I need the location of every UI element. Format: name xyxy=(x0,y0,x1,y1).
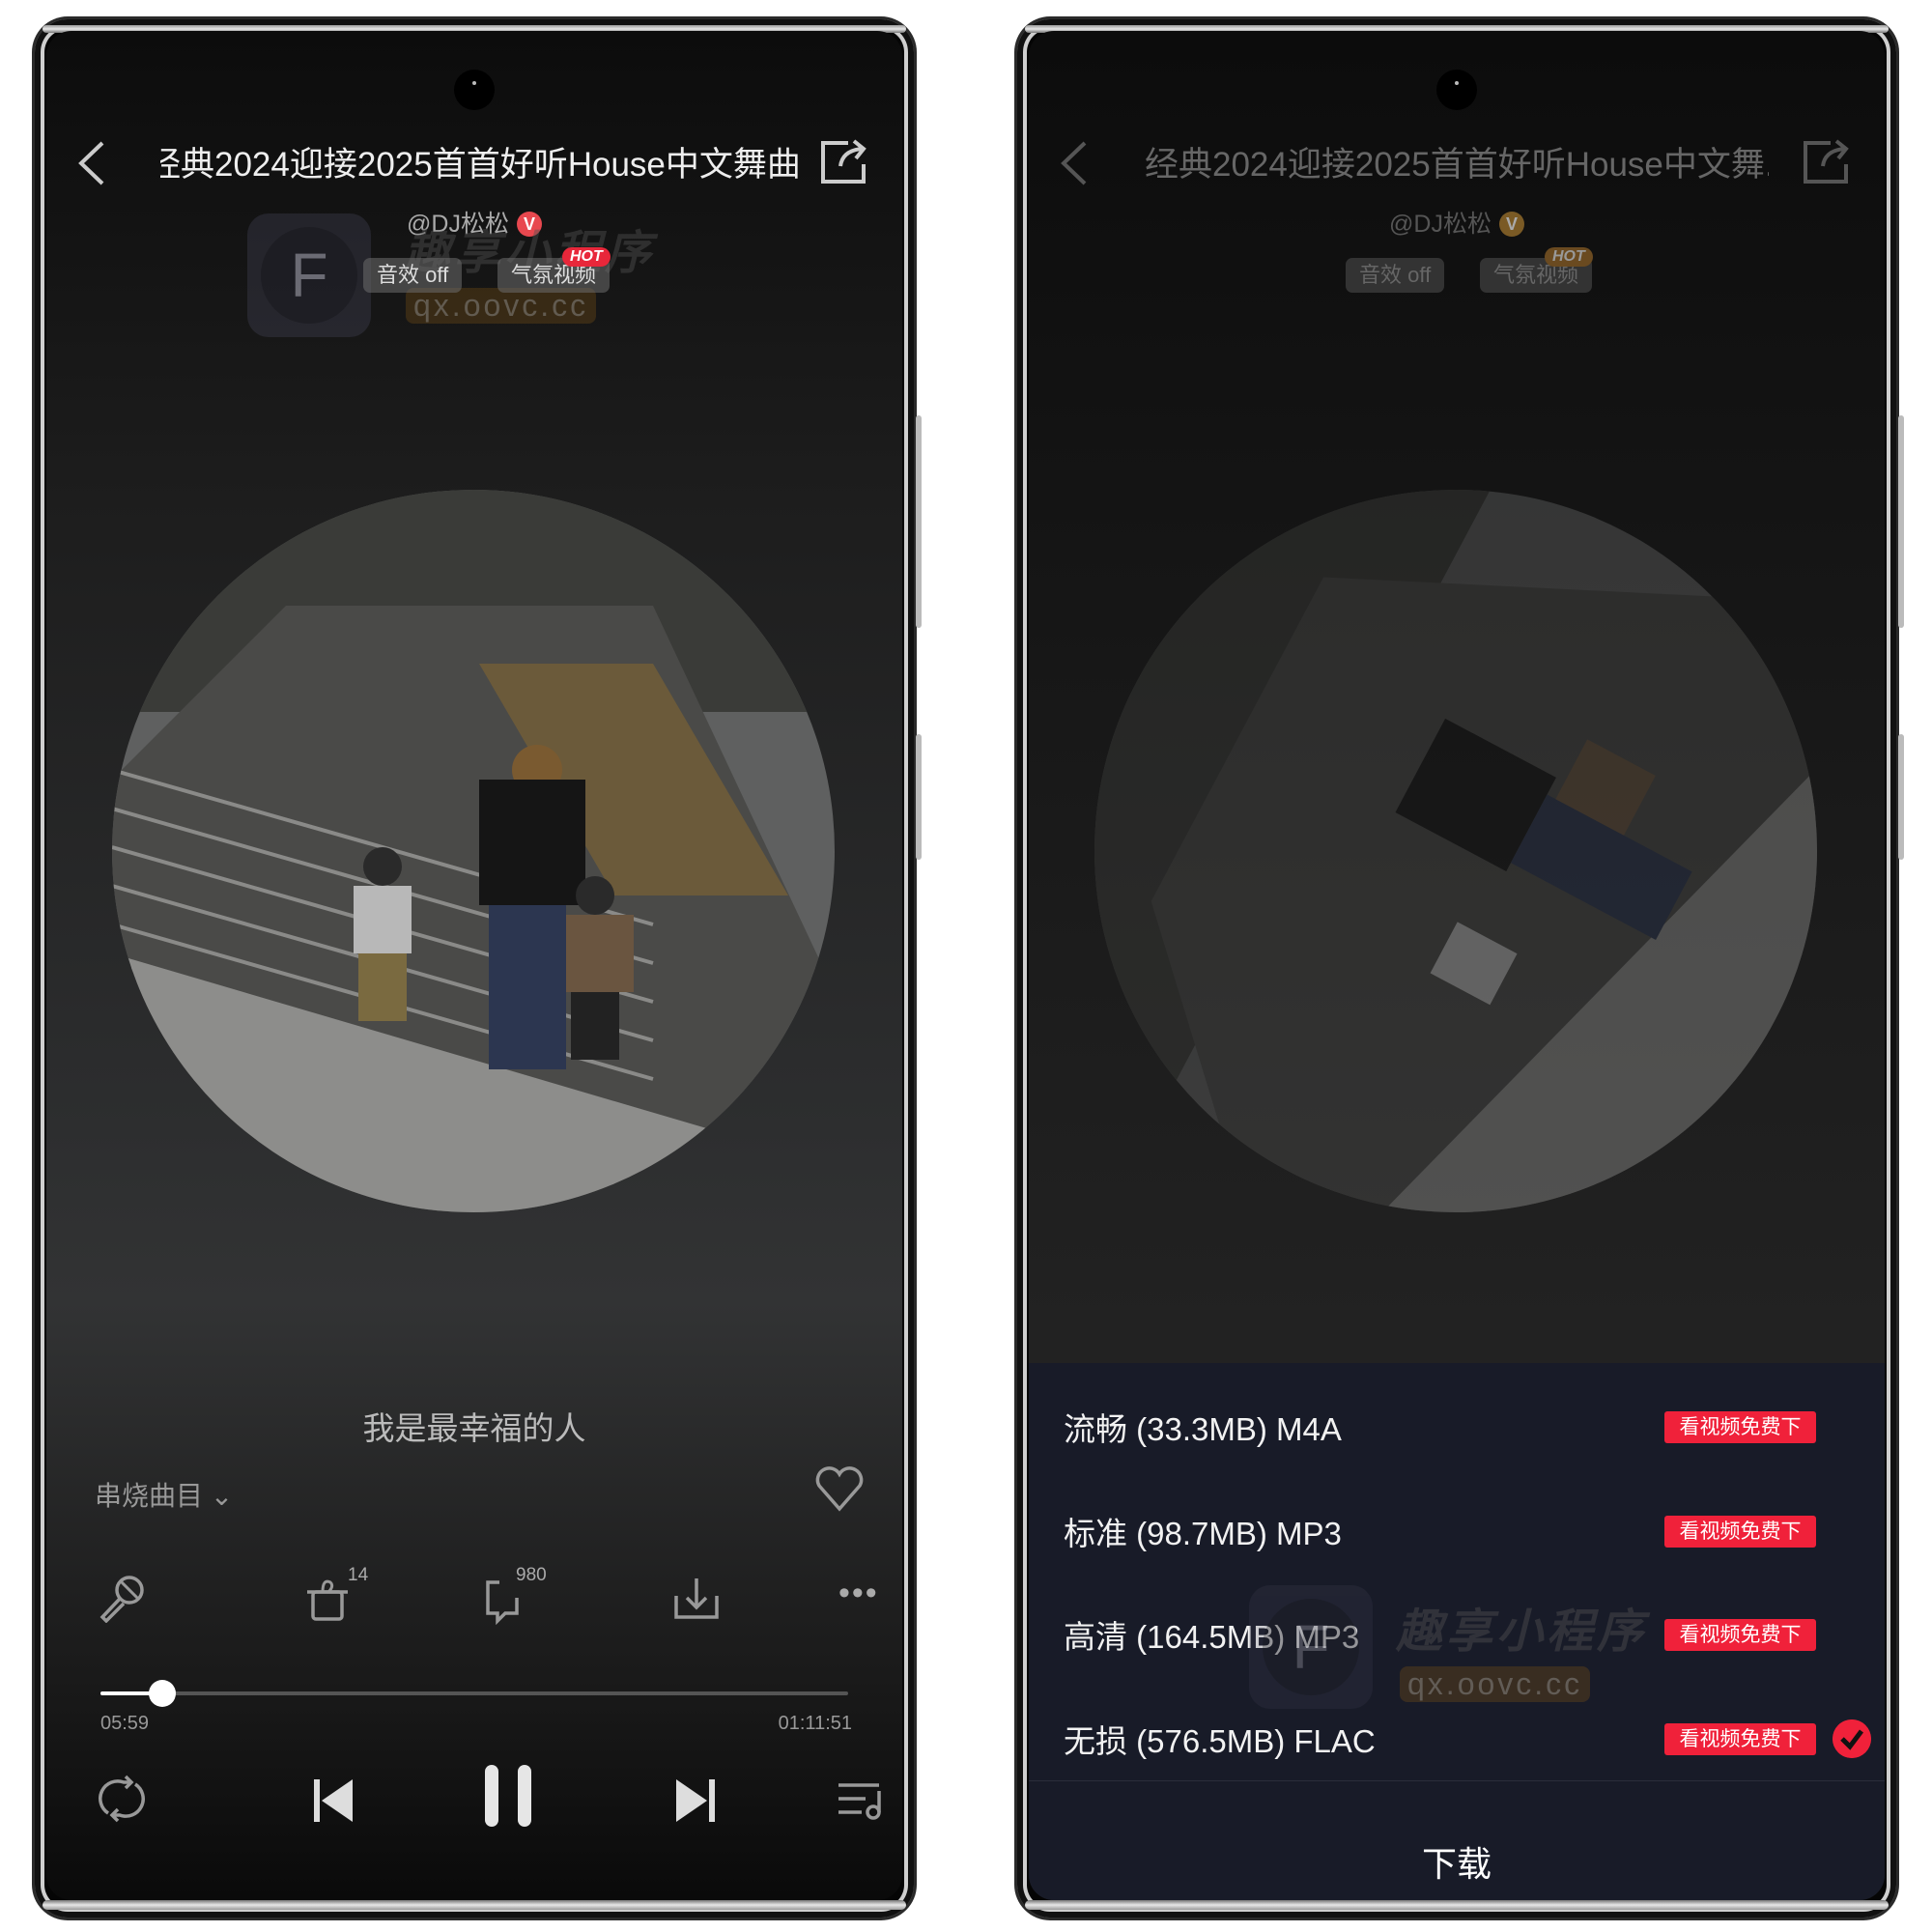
next-icon[interactable] xyxy=(672,1777,717,1824)
sound-effect-pill[interactable]: 音效 off xyxy=(363,258,463,293)
quality-option-label: 流畅 (33.3MB) M4A xyxy=(1064,1411,1342,1447)
current-time: 05:59 xyxy=(100,1713,150,1734)
microphone-icon[interactable] xyxy=(97,1575,149,1623)
share-count: 14 xyxy=(348,1565,369,1585)
medley-dropdown[interactable]: 串烧曲目 ⌄ xyxy=(95,1475,233,1514)
quality-options: 流畅 (33.3MB) M4A 看视频免费下 标准 (98.7MB) MP3 看… xyxy=(1029,1363,1885,1778)
song-title: 经典2024迎接2025首首好听House中文舞.. xyxy=(1145,146,1769,184)
repeat-icon[interactable] xyxy=(95,1775,149,1823)
heart-icon[interactable] xyxy=(813,1464,866,1513)
share-icon[interactable] xyxy=(819,137,869,185)
verified-badge: V xyxy=(1498,212,1524,237)
current-lyric: 我是最幸福的人 xyxy=(362,1410,586,1446)
playlist-icon[interactable] xyxy=(837,1781,883,1820)
previous-icon[interactable] xyxy=(312,1777,356,1824)
watch-video-free-badge[interactable]: 看视频免费下 xyxy=(1664,1516,1816,1548)
watermark-logo: F xyxy=(1249,1585,1373,1709)
song-title: 经典2024迎接2025首首好听House中文舞曲（最 xyxy=(160,146,806,184)
quality-option-label: 无损 (576.5MB) FLAC xyxy=(1064,1723,1376,1759)
watermark-url: qx.oovc.cc xyxy=(1400,1666,1591,1702)
download-screen: 经典2024迎接2025首首好听House中文舞.. @DJ松松 V 音效 off… xyxy=(1029,31,1885,1900)
comment-count: 980 xyxy=(516,1565,547,1585)
album-art xyxy=(112,490,835,1212)
progress-bar[interactable] xyxy=(100,1680,848,1707)
phone-player: 经典2024迎接2025首首好听House中文舞曲（最 @DJ松松V F 趣享小… xyxy=(35,19,922,1918)
hot-badge: HOT xyxy=(1545,247,1593,267)
player-screen: 经典2024迎接2025首首好听House中文舞曲（最 @DJ松松V F 趣享小… xyxy=(46,31,902,1900)
download-icon[interactable] xyxy=(672,1575,721,1623)
quality-option-label: 标准 (98.7MB) MP3 xyxy=(1064,1516,1342,1551)
share-icon[interactable] xyxy=(1802,137,1852,185)
watermark-logo: F xyxy=(247,213,371,337)
quality-option[interactable]: 流畅 (33.3MB) M4A 看视频免费下 xyxy=(1029,1388,1885,1465)
hot-badge: HOT xyxy=(562,247,611,267)
album-art xyxy=(1029,362,1885,1340)
camera-cutout xyxy=(454,70,495,110)
download-quality-sheet: 流畅 (33.3MB) M4A 看视频免费下 标准 (98.7MB) MP3 看… xyxy=(1029,1363,1885,1900)
gift-icon[interactable] xyxy=(305,1575,354,1623)
chevron-down-icon: ⌄ xyxy=(210,1481,234,1511)
artist-name[interactable]: @DJ松松 V xyxy=(1029,205,1885,240)
total-time: 01:11:51 xyxy=(778,1713,852,1734)
download-button[interactable]: 下载 xyxy=(1029,1836,1885,1887)
quality-option[interactable]: 标准 (98.7MB) MP3 看视频免费下 xyxy=(1029,1492,1885,1570)
quality-option-selected[interactable]: 无损 (576.5MB) FLAC 看视频免费下 xyxy=(1029,1700,1885,1777)
sound-effect-pill[interactable]: 音效 off xyxy=(1346,258,1445,293)
watermark-url: qx.oovc.cc xyxy=(406,288,597,324)
watermark-text: 趣享小程序 xyxy=(1396,1606,1648,1658)
more-icon[interactable]: ••• xyxy=(838,1575,879,1612)
watch-video-free-badge[interactable]: 看视频免费下 xyxy=(1664,1723,1816,1755)
back-chevron-icon[interactable] xyxy=(75,139,108,187)
progress-knob[interactable] xyxy=(149,1680,177,1707)
artist-label: @DJ松松 xyxy=(1389,211,1492,238)
phone-download: 经典2024迎接2025首首好听House中文舞.. @DJ松松 V 音效 off… xyxy=(1017,19,1904,1918)
medley-label: 串烧曲目 xyxy=(95,1481,204,1511)
watch-video-free-badge[interactable]: 看视频免费下 xyxy=(1664,1619,1816,1651)
back-chevron-icon[interactable] xyxy=(1058,139,1091,187)
checkmark-icon xyxy=(1833,1719,1871,1758)
divider xyxy=(1029,1780,1885,1781)
pause-icon[interactable] xyxy=(481,1763,539,1831)
watch-video-free-badge[interactable]: 看视频免费下 xyxy=(1664,1411,1816,1443)
camera-cutout xyxy=(1436,70,1477,110)
